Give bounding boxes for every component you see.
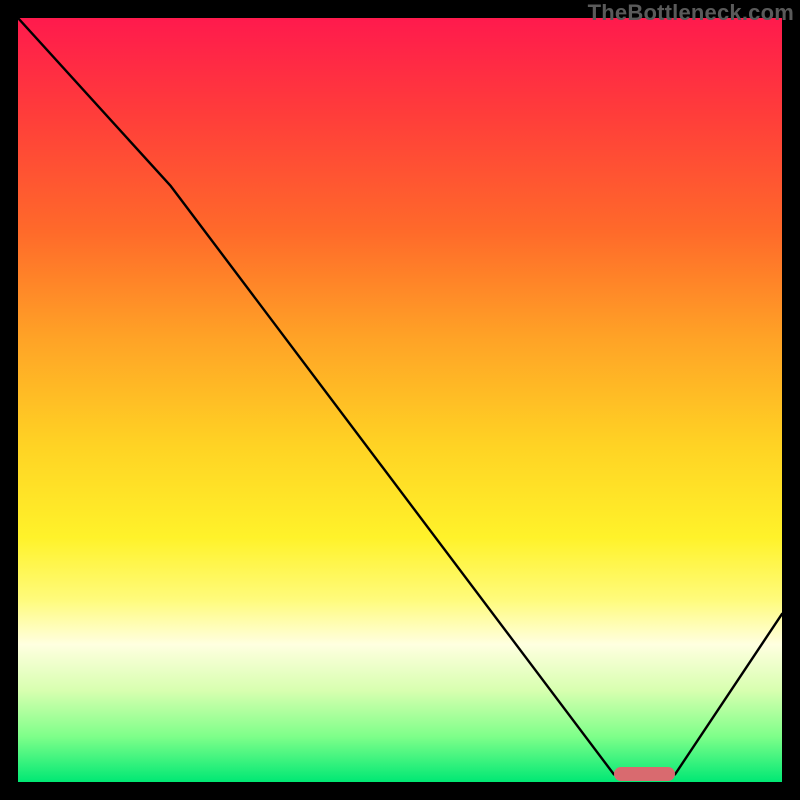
watermark-label: TheBottleneck.com xyxy=(588,0,794,26)
optimal-range-marker xyxy=(614,767,675,781)
chart-background-gradient xyxy=(18,18,782,782)
chart-frame: TheBottleneck.com xyxy=(0,0,800,800)
